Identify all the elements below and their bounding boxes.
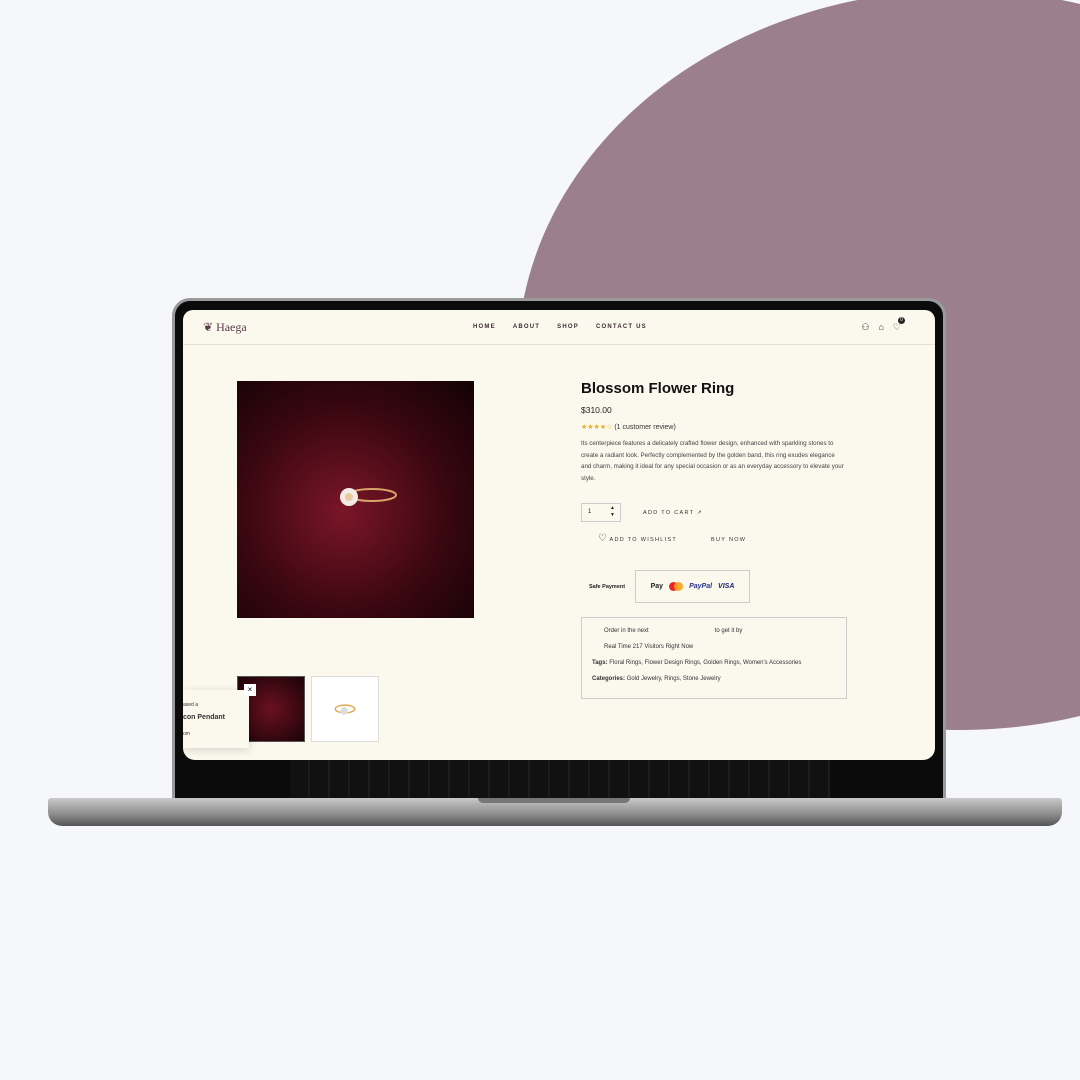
header-icons: ⚇ ⌂ ♡ 0 [861,316,905,333]
review-link[interactable]: (1 customer review) [614,424,675,431]
laptop-notch [478,798,630,803]
product-categories: Categories: Gold Jewelry, Rings, Stone J… [592,676,721,682]
product-title: Blossom Flower Ring [581,380,735,397]
product-main-image[interactable] [237,381,474,618]
paypal-icon: PayPal [689,583,713,590]
thumbnail-2[interactable] [311,676,379,742]
ring-thumb [334,704,356,715]
stepper-arrows-icon[interactable]: ▲ ▼ [610,505,615,519]
logo-text: Haega [216,319,247,334]
apple-pay-icon: Pay [650,583,664,590]
ring-image [340,488,397,506]
quantity-value: 1 [588,509,592,515]
add-to-wishlist-button[interactable]: ♡ ADD TO WISHLIST [598,533,677,544]
visitor-count: Real Time 217 Visitors Right Now [604,644,694,650]
nav-home[interactable]: HOME [473,324,496,330]
main-menu: HOME ABOUT SHOP CONTACT US [473,324,647,330]
order-countdown: Order in the next to get it by [604,628,743,634]
nav-contact[interactable]: CONTACT US [596,324,647,330]
popup-product: con Pendant [183,714,226,721]
product-tags: Tags: Floral Rings, Flower Design Rings,… [592,660,802,666]
wishlist-label: ADD TO WISHLIST [609,537,678,543]
add-to-cart-label: ADD TO CART [643,510,695,516]
add-to-cart-button[interactable]: ADD TO CART ↗ [643,510,703,516]
sales-notification[interactable]: ased a con Pendant om [183,690,249,748]
popup-line1: ased a [183,702,199,708]
product-description: Its centerpiece features a delicately cr… [581,440,844,482]
navbar: ❦ Haega HOME ABOUT SHOP CONTACT US ⚇ ⌂ ♡… [183,310,935,345]
bag-icon[interactable]: ⌂ [878,322,883,333]
logo[interactable]: ❦ Haega [203,320,247,335]
product-price: $310.00 [581,405,612,415]
cart-count-badge: 0 [898,316,905,324]
popup-line3: om [183,731,190,737]
nav-about[interactable]: ABOUT [513,324,540,330]
buy-now-button[interactable]: BUY NOW [711,537,746,543]
payment-methods: Pay PayPal VISA [635,570,750,603]
safe-payment-label: Safe Payment [589,584,626,590]
product-details: Blossom Flower Ring $310.00 ★★★★☆ (1 cus… [581,380,851,699]
visa-icon: VISA [718,583,735,590]
star-icons: ★★★★☆ [581,424,613,431]
quantity-stepper[interactable]: 1 ▲ ▼ [581,503,621,522]
rating: ★★★★☆ (1 customer review) [581,423,851,431]
wishlist-icon[interactable]: ♡ 0 [893,316,905,333]
heart-icon: ♡ [598,533,607,544]
nav-shop[interactable]: SHOP [557,324,579,330]
tag-links[interactable]: Floral Rings, Flower Design Rings, Golde… [609,660,801,666]
product-info-box: Order in the next to get it by Real Time … [581,617,847,699]
popup-close-button[interactable]: × [244,684,256,696]
keyboard-reflection [290,760,830,798]
category-links[interactable]: Gold Jewelry, Rings, Stone Jewelry [627,676,721,682]
mastercard-icon [669,582,684,591]
user-icon[interactable]: ⚇ [861,322,869,333]
laptop-screen: ❦ Haega HOME ABOUT SHOP CONTACT US ⚇ ⌂ ♡… [183,310,935,760]
